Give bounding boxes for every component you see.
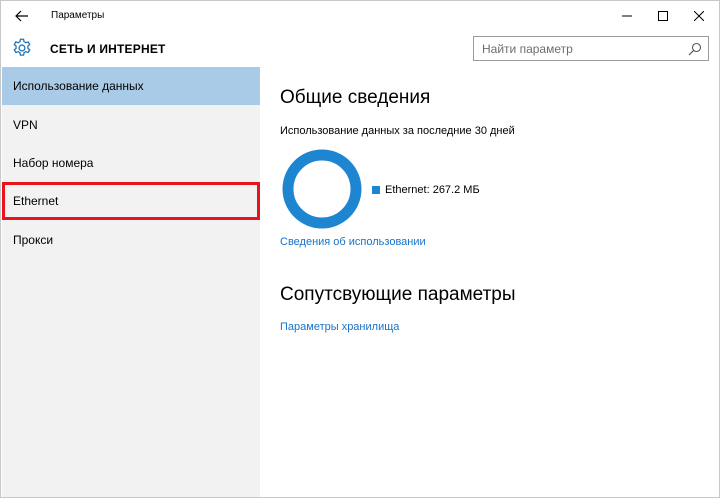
maximize-button[interactable]: [645, 3, 681, 29]
minimize-button[interactable]: [609, 3, 645, 29]
close-button[interactable]: [681, 3, 717, 29]
sidebar-item-label: Прокси: [13, 233, 54, 247]
minimize-icon: [622, 15, 632, 17]
sidebar-item-label: Набор номера: [13, 156, 94, 170]
maximize-icon: [658, 11, 668, 21]
sidebar-item-label: Использование данных: [13, 79, 144, 93]
search-box[interactable]: [473, 36, 709, 61]
gear-icon: [13, 38, 31, 56]
search-input[interactable]: [474, 37, 680, 60]
legend-swatch: [372, 186, 380, 194]
donut-slice-0: [282, 149, 362, 229]
sidebar-item-data-usage[interactable]: Использование данных: [2, 67, 260, 105]
sidebar-item-vpn[interactable]: VPN: [2, 106, 260, 144]
section-title: СЕТЬ И ИНТЕРНЕТ: [50, 42, 166, 56]
overview-heading: Общие сведения: [280, 87, 431, 108]
chart-legend: Ethernet: 267.2 МБ: [372, 184, 480, 196]
storage-settings-link[interactable]: Параметры хранилища: [280, 321, 399, 333]
sidebar-item-dial-up[interactable]: Набор номера: [2, 144, 260, 182]
search-icon[interactable]: [688, 42, 702, 56]
sidebar: Использование данных VPN Набор номера Et…: [2, 67, 260, 497]
usage-caption: Использование данных за последние 30 дне…: [280, 125, 515, 137]
close-icon: [694, 11, 704, 21]
data-usage-donut-chart: [282, 149, 362, 229]
usage-details-link[interactable]: Сведения об использовании: [280, 236, 426, 248]
back-arrow-icon: [15, 10, 28, 22]
sidebar-item-proxy[interactable]: Прокси: [2, 221, 260, 259]
title-bar: Параметры: [1, 1, 719, 31]
related-settings-heading: Сопутсвующие параметры: [280, 284, 516, 305]
sidebar-item-label: Ethernet: [13, 194, 59, 208]
window-title: Параметры: [51, 10, 105, 21]
main-content: Общие сведения Использование данных за п…: [260, 67, 719, 497]
back-button[interactable]: [9, 5, 35, 27]
settings-window: Параметры СЕТЬ И ИНТЕРНЕТ Найти параметр…: [0, 0, 720, 498]
sidebar-item-ethernet[interactable]: Ethernet: [2, 182, 260, 220]
legend-label: Ethernet: 267.2 МБ: [385, 184, 480, 196]
page-header: СЕТЬ И ИНТЕРНЕТ: [1, 31, 719, 66]
sidebar-item-label: VPN: [13, 118, 38, 132]
